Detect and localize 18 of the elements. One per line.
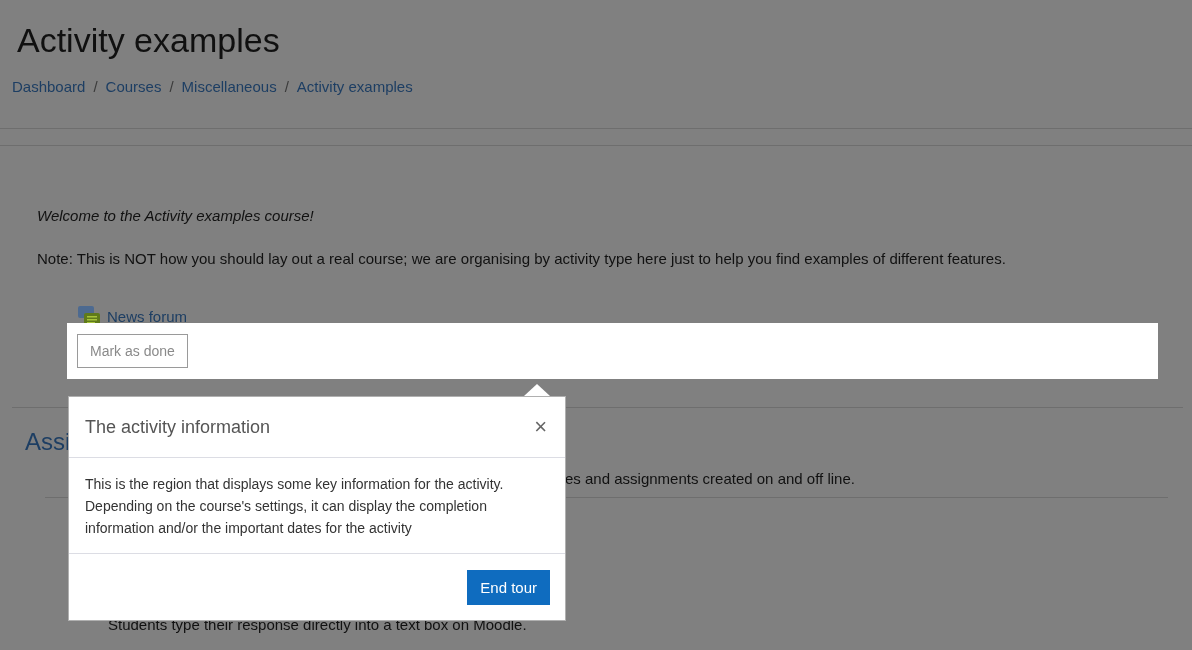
breadcrumb-separator: /: [284, 78, 289, 95]
activity-description: Students type their response directly into a text box on Moodle.: [108, 616, 528, 633]
note-text: Note: This is NOT how you should lay out a real course; we are organising by activity type here just to help you find examples of different features.: [37, 250, 1007, 267]
end-tour-button[interactable]: End tour: [467, 570, 550, 605]
breadcrumb-separator: /: [93, 78, 98, 95]
popover-title: The activity information: [85, 416, 271, 438]
section-description: es and assignments created on and off line.: [565, 470, 856, 487]
breadcrumb-link[interactable]: Miscellaneous: [181, 78, 277, 95]
breadcrumb-link[interactable]: Courses: [105, 78, 162, 95]
mark-as-done-button[interactable]: Mark as done: [77, 334, 188, 368]
activity-link[interactable]: News forum: [107, 307, 188, 325]
breadcrumb-link[interactable]: Dashboard: [12, 78, 86, 95]
breadcrumb-link[interactable]: Activity examples: [296, 78, 413, 95]
breadcrumb-separator: /: [169, 78, 174, 95]
popover-text: This is the region that displays some key information for the activity. Depending on the course's settings, it can display the completion information and/or the important dates for the activity: [69, 458, 565, 554]
close-button[interactable]: ×: [532, 414, 549, 440]
page-title: Activity examples: [17, 20, 281, 61]
welcome-text: Welcome to the Activity examples course!: [37, 207, 315, 224]
